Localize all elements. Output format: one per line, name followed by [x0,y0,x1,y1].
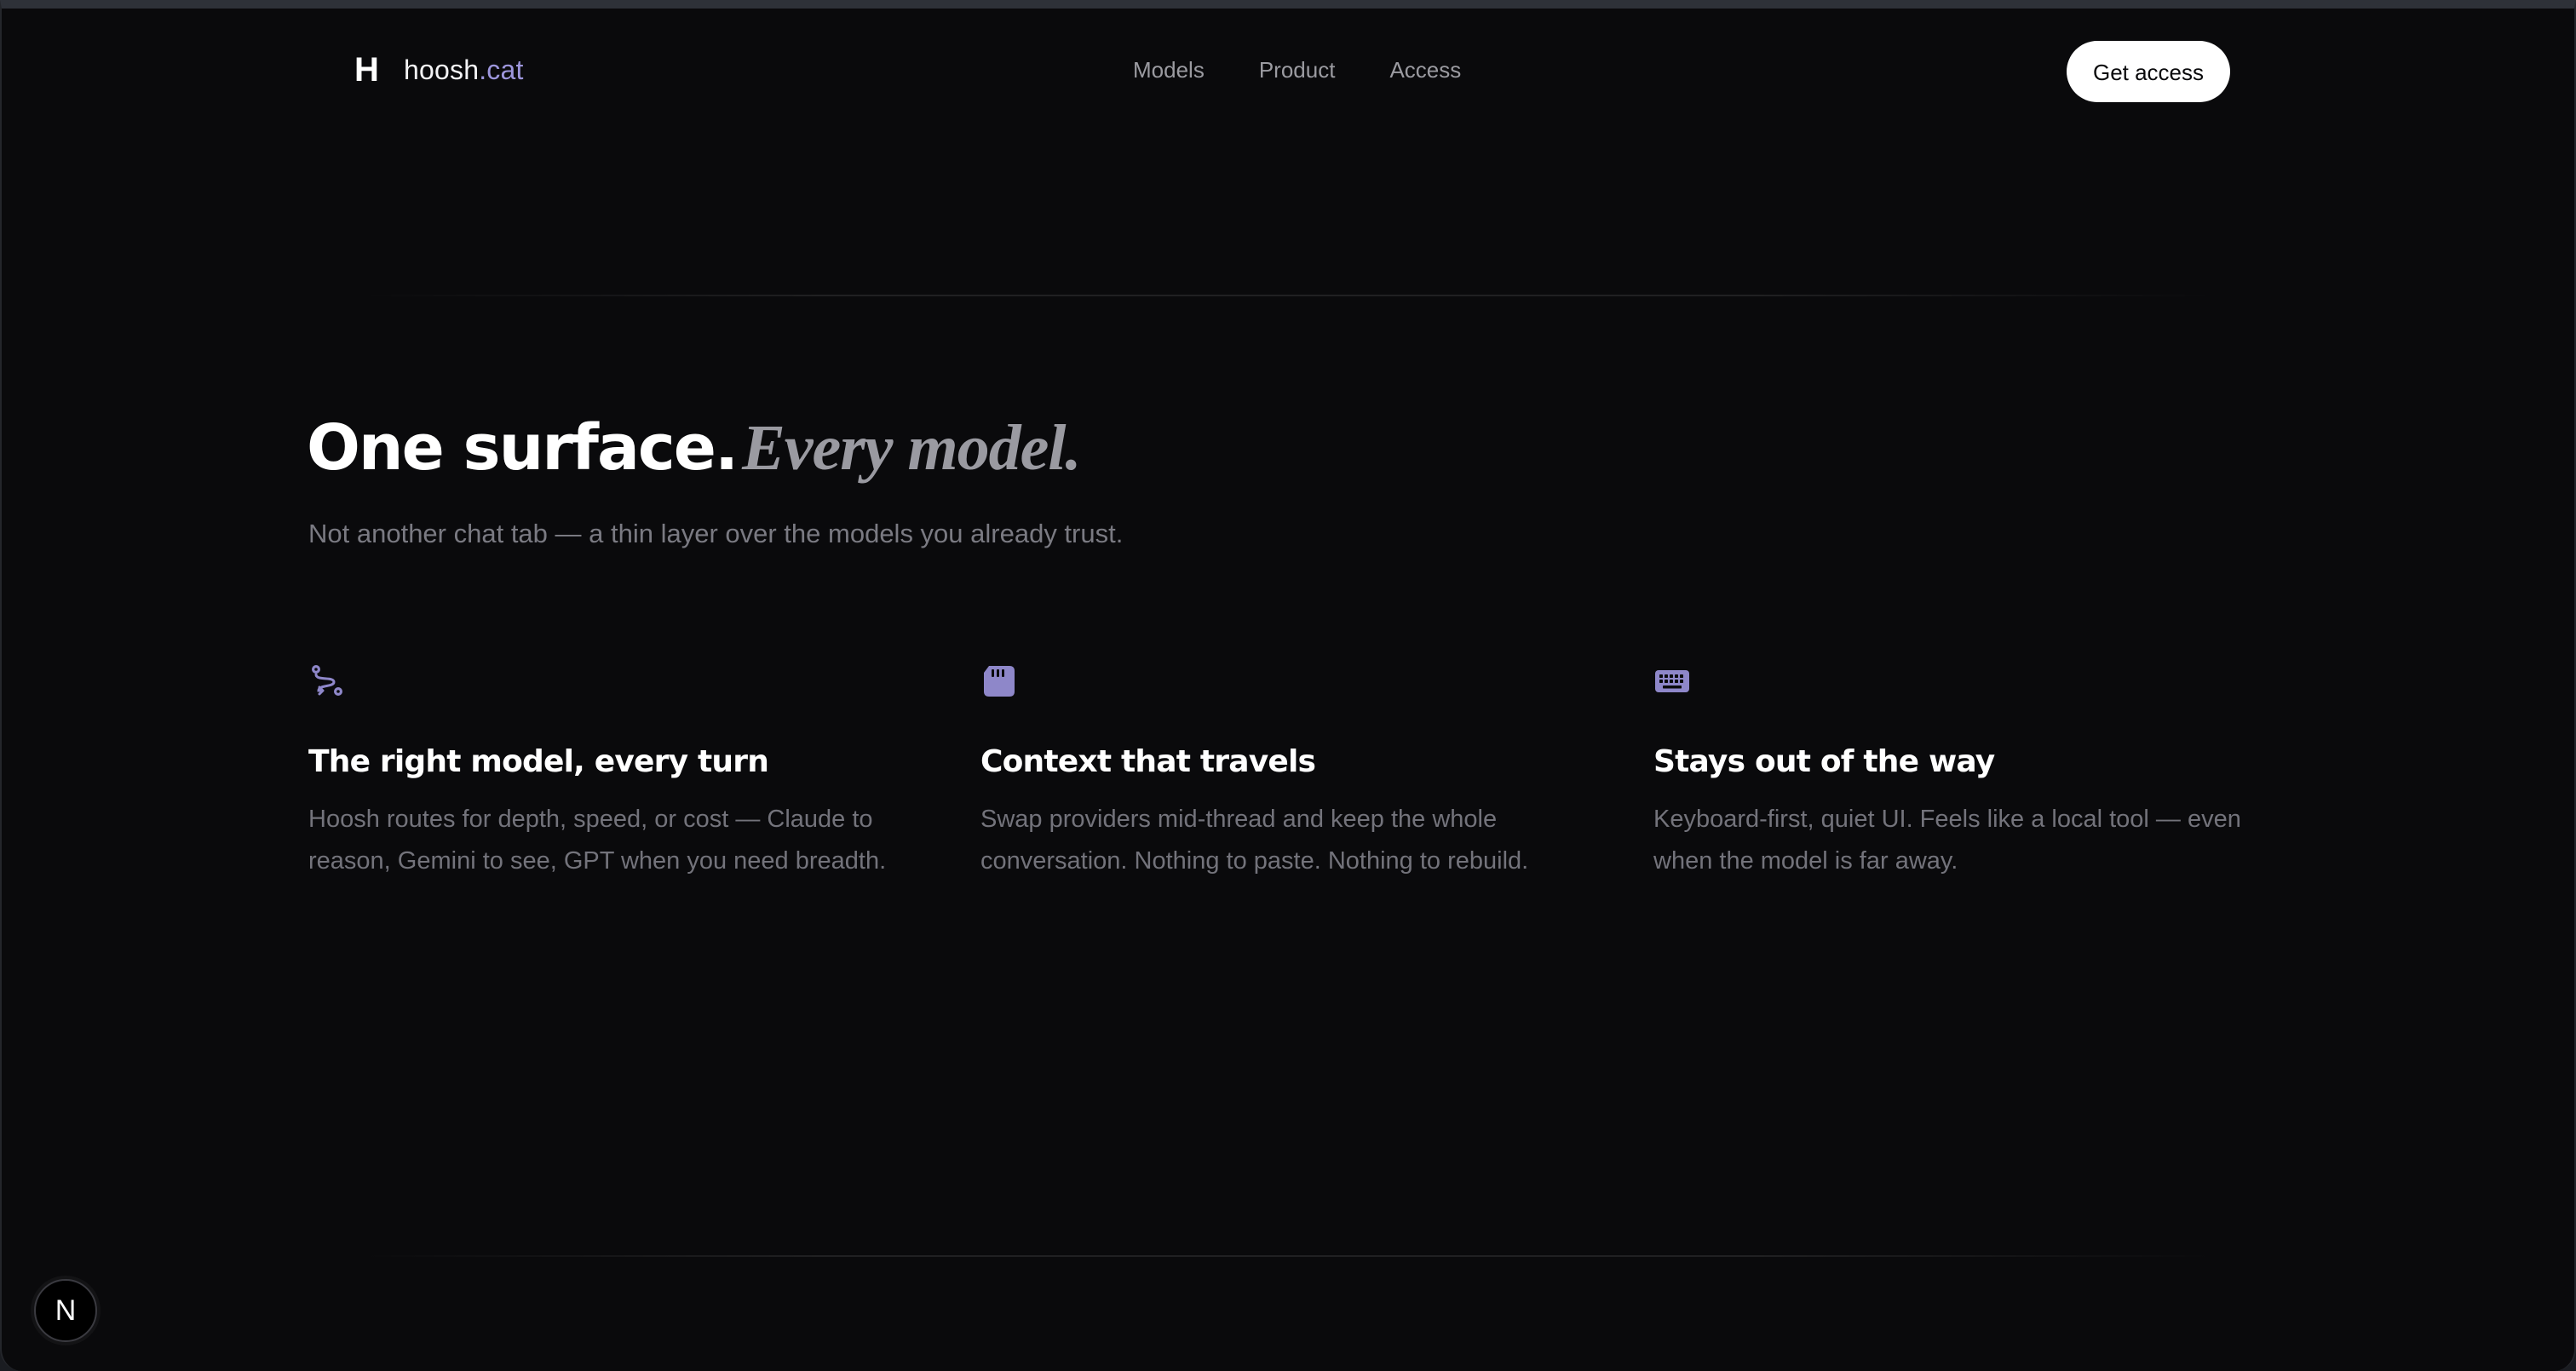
feature-title: Stays out of the way [1653,744,1995,779]
browser-window: H hoosh.cat Models Product Access Get ac… [0,0,2576,1371]
nav-link-access[interactable]: Access [1389,54,1461,85]
feature-description: Keyboard-first, quiet UI. Feels like a l… [1653,806,2241,875]
nav-links: Models Product Access [1133,54,1461,85]
nextjs-dev-badge[interactable]: N [34,1279,97,1342]
section-divider-bottom [359,1255,2217,1257]
nav-link-models[interactable]: Models [1133,54,1205,85]
section-divider-top [359,295,2217,296]
brand-logo[interactable]: hoosh.cat [404,51,524,89]
feature-title: The right model, every turn [308,744,769,779]
hero-title-strong: One surface. [307,411,739,485]
brand-tld: .cat [479,54,524,85]
feature-card-routing: The right model, every turn Hoosh routes… [308,663,939,875]
memory-card-icon [984,666,1015,697]
keyboard-icon [1655,670,1689,692]
get-access-button[interactable]: Get access [2067,41,2230,102]
feature-description: Hoosh routes for depth, speed, or cost —… [308,806,887,875]
top-navigation: H hoosh.cat Models Product Access Get ac… [2,9,2574,128]
nextjs-icon: N [55,1294,77,1327]
hero-title: One surface.Every model. [307,405,1082,502]
hero-subtitle: Not another chat tab — a thin layer over… [308,519,1124,548]
brand-name: hoosh [404,54,480,85]
feature-title: Context that travels [980,744,1316,779]
hero-title-italic: Every model. [742,412,1081,484]
feature-description: Swap providers mid-thread and keep the w… [980,806,1529,875]
nav-link-product[interactable]: Product [1259,54,1336,85]
logo-mark[interactable]: H [354,51,382,89]
route-icon [312,665,342,696]
feature-card-keyboard: Stays out of the way Keyboard-first, qui… [1653,663,2284,875]
feature-card-context: Context that travels Swap providers mid-… [980,663,1611,875]
